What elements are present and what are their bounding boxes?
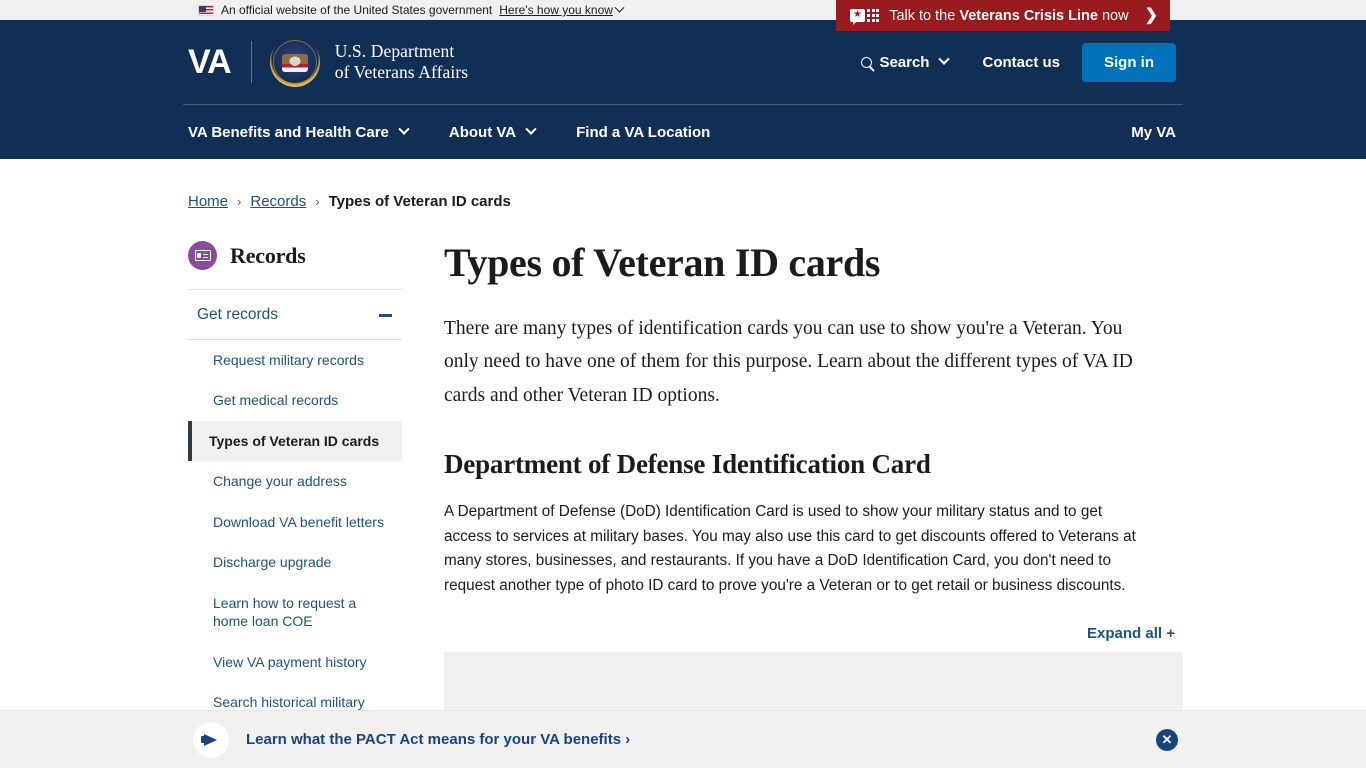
sidebar-item-get-medical-records[interactable]: Get medical records bbox=[188, 380, 402, 420]
nav-label: VA Benefits and Health Care bbox=[188, 123, 389, 141]
sidebar-item-download-va-benefit-letters[interactable]: Download VA benefit letters bbox=[188, 502, 402, 542]
header-top-row: VA U.S. Department of Veterans Affairs S… bbox=[183, 20, 1183, 104]
chevron-down-icon bbox=[525, 123, 537, 135]
pact-act-promo-banner: Learn what the PACT Act means for your V… bbox=[0, 710, 1366, 768]
sidebar-header: Records bbox=[188, 241, 402, 290]
sidebar-item-discharge-upgrade[interactable]: Discharge upgrade bbox=[188, 542, 402, 582]
sidebar-item-types-of-veteran-id-cards[interactable]: Types of Veteran ID cards bbox=[188, 420, 402, 462]
section-title-dod-identification-card: Department of Defense Identification Car… bbox=[444, 449, 931, 480]
nav-item-about-va[interactable]: About VA bbox=[448, 116, 537, 149]
va-seal-icon bbox=[269, 37, 320, 87]
header-actions: Search Contact us Sign in bbox=[851, 42, 1183, 82]
department-name: U.S. Department of Veterans Affairs bbox=[335, 41, 468, 82]
va-logo[interactable]: VA U.S. Department of Veterans Affairs bbox=[188, 37, 468, 87]
sidebar-group-get-records[interactable]: Get records bbox=[188, 290, 402, 340]
nav-item-va-benefits-and-health-care[interactable]: VA Benefits and Health Care bbox=[188, 116, 410, 149]
sidebar-group-label: Get records bbox=[197, 306, 278, 323]
promo-left: Learn what the PACT Act means for your V… bbox=[193, 721, 630, 758]
sidebar-item-view-va-payment-history[interactable]: View VA payment history bbox=[188, 642, 402, 682]
breadcrumb: Home › Records › Types of Veteran ID car… bbox=[188, 159, 1183, 210]
crisis-line-label: Talk to the Veterans Crisis Line now bbox=[889, 7, 1129, 24]
us-flag-icon bbox=[198, 4, 214, 16]
pact-act-link[interactable]: Learn what the PACT Act means for your V… bbox=[246, 731, 630, 748]
sign-in-button[interactable]: Sign in bbox=[1082, 42, 1176, 82]
chevron-down-icon bbox=[938, 53, 951, 65]
accordion-item[interactable] bbox=[444, 650, 1183, 711]
header-inner: VA U.S. Department of Veterans Affairs S… bbox=[183, 20, 1183, 104]
expand-all-button[interactable]: Expand all + bbox=[444, 625, 1183, 642]
nav-item-my-va[interactable]: My VA bbox=[1131, 124, 1176, 141]
main-content: Types of Veteran ID cards There are many… bbox=[426, 240, 1183, 711]
breadcrumb-item-records[interactable]: Records bbox=[250, 193, 306, 210]
content-row: Records Get records Request military rec… bbox=[188, 240, 1183, 723]
sidebar-item-change-your-address[interactable]: Change your address bbox=[188, 461, 402, 501]
site-header: VA U.S. Department of Veterans Affairs S… bbox=[0, 20, 1366, 159]
va-wordmark: VA bbox=[188, 42, 232, 81]
nav-item-find-a-va-location[interactable]: Find a VA Location bbox=[576, 116, 710, 149]
nav-label: Find a VA Location bbox=[576, 123, 711, 141]
breadcrumb-item-home[interactable]: Home bbox=[188, 193, 228, 210]
chevron-down-icon bbox=[398, 123, 410, 135]
gov-banner-text: An official website of the United States… bbox=[221, 3, 493, 17]
heres-how-you-know-label: Here's how you know bbox=[499, 3, 613, 17]
heres-how-you-know-link[interactable]: Here's how you know bbox=[499, 2, 625, 17]
crisis-line-icon: ★ bbox=[850, 9, 880, 25]
page-wrapper: Home › Records › Types of Veteran ID car… bbox=[183, 159, 1183, 723]
records-id-card-icon bbox=[188, 241, 217, 270]
breadcrumb-item-current: Types of Veteran ID cards bbox=[328, 193, 511, 210]
nav-items: VA Benefits and Health Care About VA Fin… bbox=[188, 116, 710, 149]
sidebar: Records Get records Request military rec… bbox=[188, 241, 426, 723]
main-navigation: VA Benefits and Health Care About VA Fin… bbox=[183, 105, 1183, 159]
intro-paragraph: There are many types of identification c… bbox=[444, 317, 1133, 406]
nav-label: About VA bbox=[448, 123, 517, 141]
dot-grid-icon bbox=[867, 9, 880, 22]
search-button[interactable]: Search bbox=[851, 48, 958, 77]
minus-icon[interactable] bbox=[379, 313, 392, 317]
sidebar-list: Request military records Get medical rec… bbox=[188, 340, 402, 723]
search-label: Search bbox=[879, 53, 930, 71]
sidebar-item-learn-how-to-request-a-home-loan-coe[interactable]: Learn how to request a home loan COE bbox=[188, 583, 402, 642]
page-title: Types of Veteran ID cards bbox=[444, 240, 881, 285]
chevron-right-icon: ❯ bbox=[1144, 6, 1158, 24]
search-icon bbox=[861, 56, 873, 68]
sidebar-title: Records bbox=[230, 242, 306, 268]
contact-us-button[interactable]: Contact us bbox=[972, 48, 1070, 77]
section-body-paragraph: A Department of Defense (DoD) Identifica… bbox=[444, 502, 1136, 595]
logo-divider bbox=[250, 41, 252, 83]
breadcrumb-separator: › bbox=[237, 194, 242, 209]
megaphone-icon bbox=[193, 721, 229, 758]
sidebar-item-request-military-records[interactable]: Request military records bbox=[188, 340, 402, 380]
close-icon[interactable]: ✕ bbox=[1156, 728, 1178, 751]
breadcrumb-separator: › bbox=[315, 194, 320, 209]
veterans-crisis-line-button[interactable]: ★ Talk to the Veterans Crisis Line now ❯ bbox=[836, 0, 1170, 31]
department-line-2: of Veterans Affairs bbox=[334, 62, 469, 82]
promo-inner: Learn what the PACT Act means for your V… bbox=[183, 721, 1183, 758]
gov-banner-content: An official website of the United States… bbox=[0, 2, 625, 17]
department-line-1: U.S. Department bbox=[334, 41, 455, 62]
chevron-down-icon bbox=[614, 2, 625, 13]
